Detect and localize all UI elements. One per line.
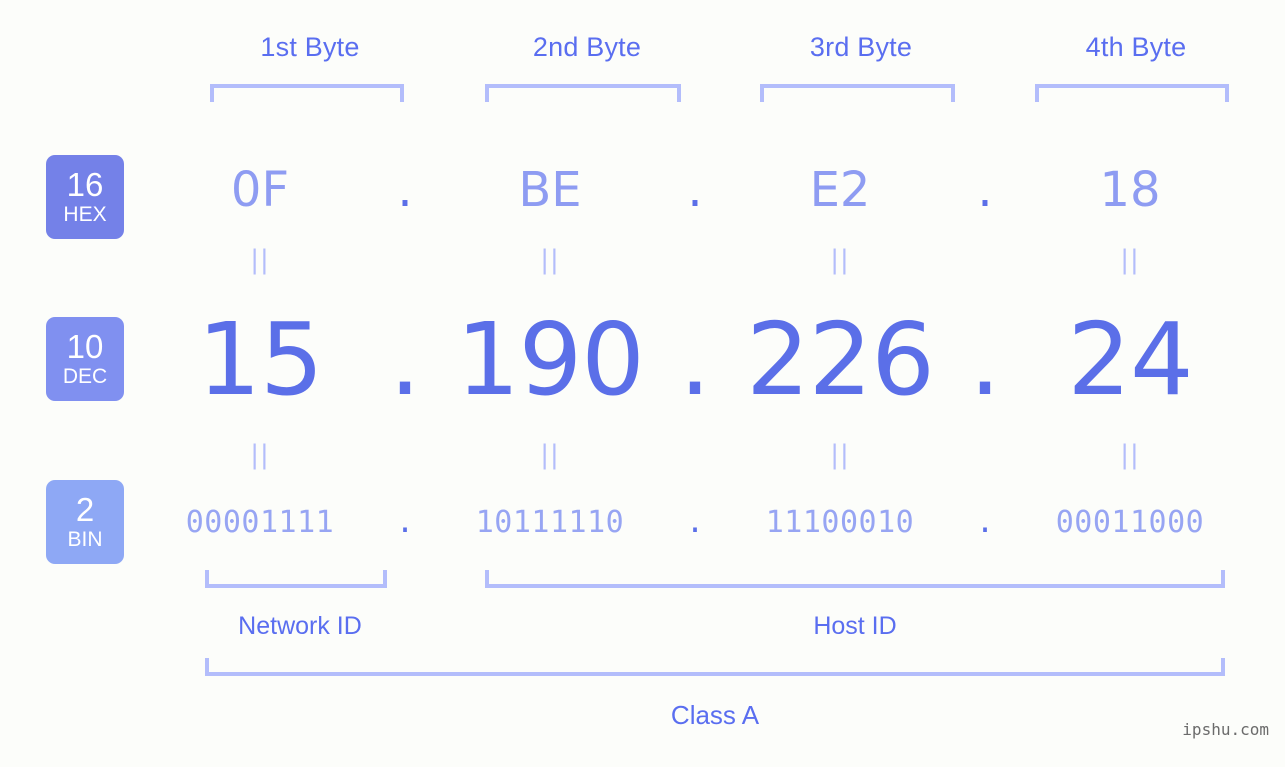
watermark: ipshu.com [1182, 720, 1269, 739]
dec-dot-1: . [389, 301, 421, 418]
equals-mark-1-1: || [250, 245, 270, 275]
equals-mark-2-1: || [250, 440, 270, 470]
bin-dot-3: . [975, 505, 995, 540]
byte-bracket-1 [210, 84, 404, 102]
dec-value-row: 15 . 190 . 226 . 24 [140, 300, 1250, 420]
hex-dot-1: . [397, 162, 413, 218]
dec-octet-1: 15 [197, 301, 323, 418]
bin-octet-3: 11100010 [765, 505, 915, 540]
byte-bracket-4 [1035, 84, 1229, 102]
network-id-label: Network ID [238, 612, 362, 640]
host-id-label: Host ID [813, 612, 897, 640]
radix-badge-hex: 16 HEX [46, 155, 124, 239]
byte-header-4: 4th Byte [1085, 32, 1187, 62]
radix-badge-bin-label: BIN [67, 528, 103, 551]
dec-octet-4: 24 [1067, 301, 1193, 418]
hex-octet-4: 18 [1099, 162, 1161, 218]
hex-octet-2: BE [518, 162, 582, 218]
dec-octet-2: 190 [456, 301, 645, 418]
radix-badge-dec: 10 DEC [46, 317, 124, 401]
ip-breakdown-diagram: 1st Byte 2nd Byte 3rd Byte 4th Byte 16 H… [0, 0, 1285, 767]
hex-dot-2: . [687, 162, 703, 218]
hex-dot-3: . [977, 162, 993, 218]
bin-octet-2: 10111110 [475, 505, 625, 540]
network-id-bracket [205, 570, 387, 588]
byte-header-3: 3rd Byte [809, 32, 913, 62]
dec-dot-2: . [679, 301, 711, 418]
class-bracket [205, 658, 1225, 676]
bin-dot-2: . [685, 505, 705, 540]
radix-badge-hex-number: 16 [66, 166, 104, 203]
radix-badge-dec-label: DEC [62, 365, 108, 388]
host-id-bracket [485, 570, 1225, 588]
bin-octet-4: 00011000 [1055, 505, 1205, 540]
hex-octet-3: E2 [809, 162, 871, 218]
equals-mark-1-3: || [830, 245, 850, 275]
dec-dot-3: . [969, 301, 1001, 418]
byte-bracket-2 [485, 84, 681, 102]
equals-mark-2-2: || [540, 440, 560, 470]
radix-badge-bin-number: 2 [75, 491, 95, 528]
radix-badge-dec-number: 10 [66, 328, 104, 365]
equals-mark-1-4: || [1120, 245, 1140, 275]
equals-mark-2-4: || [1120, 440, 1140, 470]
byte-bracket-3 [760, 84, 955, 102]
bin-dot-1: . [395, 505, 415, 540]
bin-octet-1: 00001111 [185, 505, 335, 540]
byte-header-1: 1st Byte [260, 32, 360, 62]
hex-value-row: 0F . BE . E2 . 18 [140, 155, 1250, 225]
hex-octet-1: 0F [230, 162, 290, 218]
byte-header-2: 2nd Byte [532, 32, 642, 62]
radix-badge-hex-label: HEX [63, 203, 107, 226]
equals-row-hex-dec: || || || || [140, 243, 1250, 277]
dec-octet-3: 226 [746, 301, 935, 418]
equals-row-dec-bin: || || || || [140, 438, 1250, 472]
bin-value-row: 00001111 . 10111110 . 11100010 . 0001100… [140, 495, 1250, 551]
class-label: Class A [670, 700, 760, 730]
equals-mark-2-3: || [830, 440, 850, 470]
equals-mark-1-2: || [540, 245, 560, 275]
radix-badge-bin: 2 BIN [46, 480, 124, 564]
